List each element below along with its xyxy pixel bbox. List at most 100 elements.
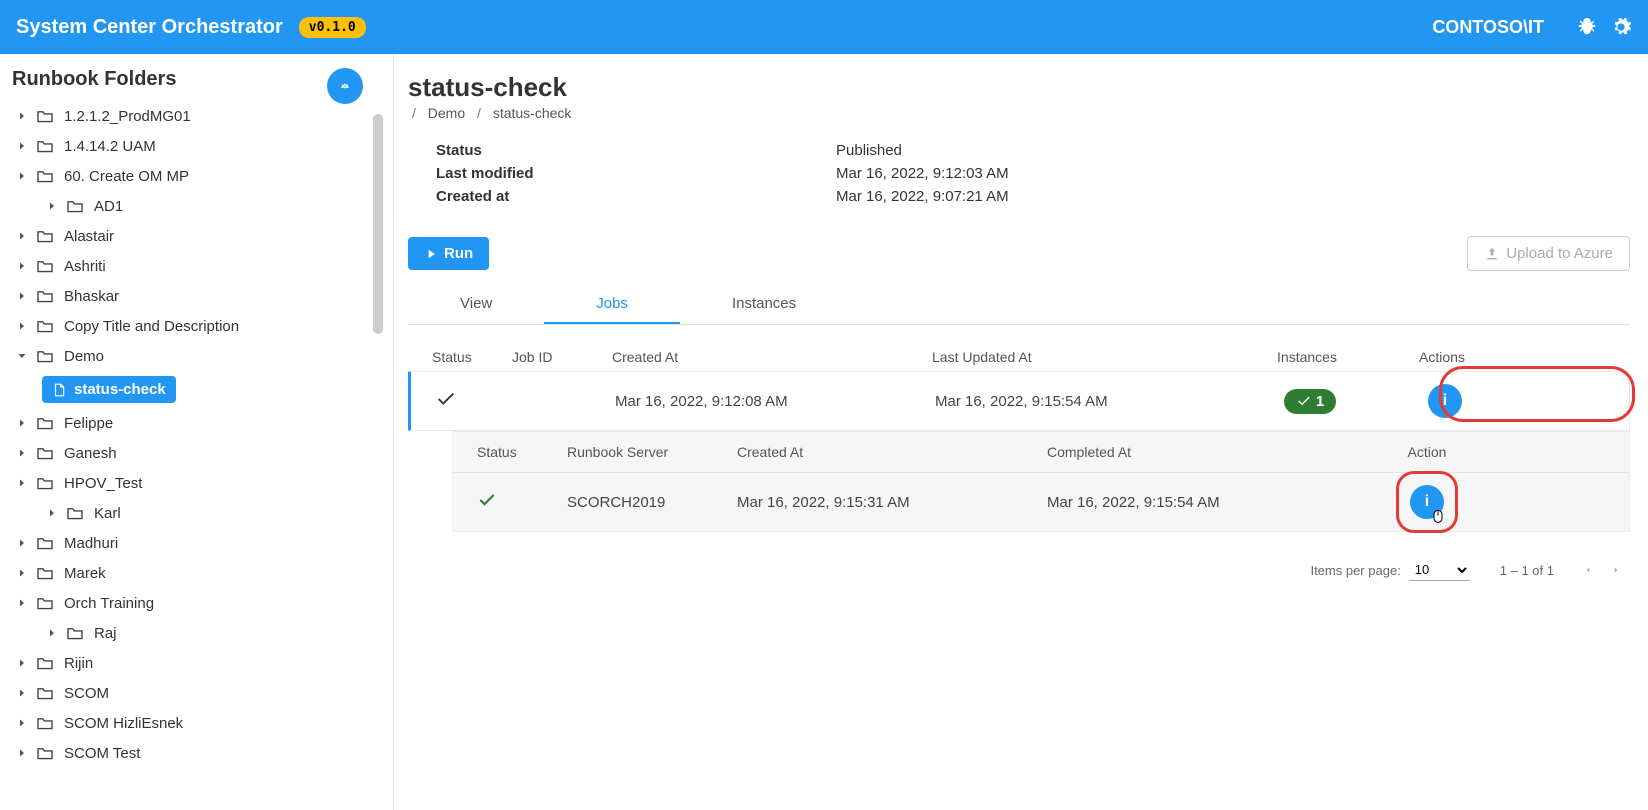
tree-item-label: Rijin [64, 655, 93, 672]
chevron-right-icon[interactable] [12, 136, 32, 156]
next-page-button[interactable] [1602, 556, 1630, 584]
chevron-down-icon[interactable] [12, 346, 32, 366]
tree-folder[interactable]: 60. Create OM MP [6, 161, 385, 191]
chevron-right-icon[interactable] [12, 683, 32, 703]
items-per-page-label: Items per page: [1310, 563, 1400, 578]
chevron-right-icon[interactable] [12, 533, 32, 553]
tree-item-label: 1.4.14.2 UAM [64, 138, 156, 155]
check-icon [1296, 393, 1312, 409]
tree-folder[interactable]: AD1 [6, 191, 385, 221]
chevron-right-icon[interactable] [12, 316, 32, 336]
chevron-right-icon[interactable] [12, 166, 32, 186]
chevron-right-icon[interactable] [12, 743, 32, 763]
tree-folder[interactable]: Karl [6, 498, 385, 528]
tree-item-label: SCOM HizliEsnek [64, 715, 183, 732]
tree-folder[interactable]: Copy Title and Description [6, 311, 385, 341]
breadcrumb-parent[interactable]: Demo [428, 105, 465, 121]
tree-folder[interactable]: SCOM Test [6, 738, 385, 768]
page-title: status-check [408, 72, 1630, 103]
pagination: Items per page: 10 1 – 1 of 1 [408, 556, 1630, 584]
tree-folder[interactable]: SCOM [6, 678, 385, 708]
run-label: Run [444, 245, 473, 262]
sub-created: Mar 16, 2022, 9:15:31 AM [737, 494, 1047, 511]
folder-icon [36, 259, 54, 273]
folder-icon [36, 656, 54, 670]
col-actions: Actions [1362, 349, 1522, 365]
folder-tree[interactable]: 1.2.1.2_ProdMG01 1.4.14.2 UAM 60. Create O… [6, 101, 393, 789]
chevron-right-icon[interactable] [42, 503, 62, 523]
col-jobid: Job ID [512, 349, 612, 365]
sub-col-server: Runbook Server [567, 444, 737, 460]
gear-icon[interactable] [1610, 16, 1632, 38]
tree-folder[interactable]: 1.2.1.2_ProdMG01 [6, 101, 385, 131]
breadcrumb-sep: / [412, 105, 416, 121]
app-title: System Center Orchestrator [16, 16, 283, 39]
tree-item-label: 1.2.1.2_ProdMG01 [64, 108, 191, 125]
tree-item-label: Ganesh [64, 445, 117, 462]
tree-folder[interactable]: Rijin [6, 648, 385, 678]
tab-instances[interactable]: Instances [680, 285, 848, 324]
sub-col-action: Action [1347, 444, 1507, 460]
folder-icon [36, 349, 54, 363]
tree-folder[interactable]: Marek [6, 558, 385, 588]
info-button[interactable]: i [1428, 384, 1462, 418]
bug-icon[interactable] [1576, 16, 1598, 38]
tree-item-label: Karl [94, 505, 121, 522]
status-label: Status [436, 142, 836, 159]
tree-item-label: Demo [64, 348, 104, 365]
chevron-right-icon[interactable] [12, 256, 32, 276]
tree-folder[interactable]: Ashriti [6, 251, 385, 281]
upload-label: Upload to Azure [1506, 245, 1613, 262]
tree-item-label: AD1 [94, 198, 123, 215]
tab-view[interactable]: View [408, 285, 544, 324]
upload-to-azure-button[interactable]: Upload to Azure [1467, 236, 1630, 271]
tree-folder[interactable]: Raj [6, 618, 385, 648]
table-row[interactable]: Mar 16, 2022, 9:12:08 AM Mar 16, 2022, 9… [408, 371, 1630, 431]
chevron-right-icon[interactable] [12, 226, 32, 246]
sub-completed: Mar 16, 2022, 9:15:54 AM [1047, 494, 1347, 511]
chevron-right-icon[interactable] [12, 443, 32, 463]
items-per-page-select[interactable]: 10 [1409, 559, 1470, 581]
tree-folder[interactable]: Bhaskar [6, 281, 385, 311]
chevron-right-icon[interactable] [12, 563, 32, 583]
version-badge: v0.1.0 [299, 17, 366, 38]
sub-col-created: Created At [737, 444, 1047, 460]
tree-folder[interactable]: SCOM HizliEsnek [6, 708, 385, 738]
folder-icon [36, 566, 54, 580]
col-status: Status [432, 349, 512, 365]
chevron-right-icon[interactable] [12, 473, 32, 493]
tree-item-label: Felippe [64, 415, 113, 432]
tree-folder[interactable]: Alastair [6, 221, 385, 251]
tree-item-label: Alastair [64, 228, 114, 245]
folder-icon [36, 476, 54, 490]
chevron-right-icon[interactable] [12, 653, 32, 673]
chevron-right-icon[interactable] [12, 106, 32, 126]
tree-folder[interactable]: Ganesh [6, 438, 385, 468]
chevron-right-icon[interactable] [12, 413, 32, 433]
chevron-right-icon[interactable] [42, 623, 62, 643]
chevron-right-icon[interactable] [12, 593, 32, 613]
tree-file[interactable]: status-check [6, 371, 385, 408]
chevron-right-icon[interactable] [42, 196, 62, 216]
tenant-name: CONTOSO\IT [1432, 17, 1544, 38]
chevron-right-icon[interactable] [12, 713, 32, 733]
tab-jobs[interactable]: Jobs [544, 285, 680, 324]
tree-folder[interactable]: 1.4.14.2 UAM [6, 131, 385, 161]
app-header: System Center Orchestrator v0.1.0 CONTOS… [0, 0, 1648, 54]
collapse-sidebar-button[interactable] [327, 68, 363, 104]
tree-folder[interactable]: Felippe [6, 408, 385, 438]
instances-badge[interactable]: 1 [1284, 389, 1336, 414]
tree-folder[interactable]: HPOV_Test [6, 468, 385, 498]
tree-folder[interactable]: Madhuri [6, 528, 385, 558]
folder-icon [36, 536, 54, 550]
tree-folder[interactable]: Orch Training [6, 588, 385, 618]
tree-folder[interactable]: Demo [6, 341, 385, 371]
sidebar-scrollbar[interactable] [373, 114, 383, 334]
prev-page-button[interactable] [1574, 556, 1602, 584]
folder-icon [36, 416, 54, 430]
runbook-info: Status Published Last modified Mar 16, 2… [436, 139, 1630, 208]
instances-subtable: Status Runbook Server Created At Complet… [452, 431, 1630, 532]
chevron-right-icon[interactable] [12, 286, 32, 306]
tree-item-label: 60. Create OM MP [64, 168, 189, 185]
run-button[interactable]: Run [408, 237, 489, 270]
